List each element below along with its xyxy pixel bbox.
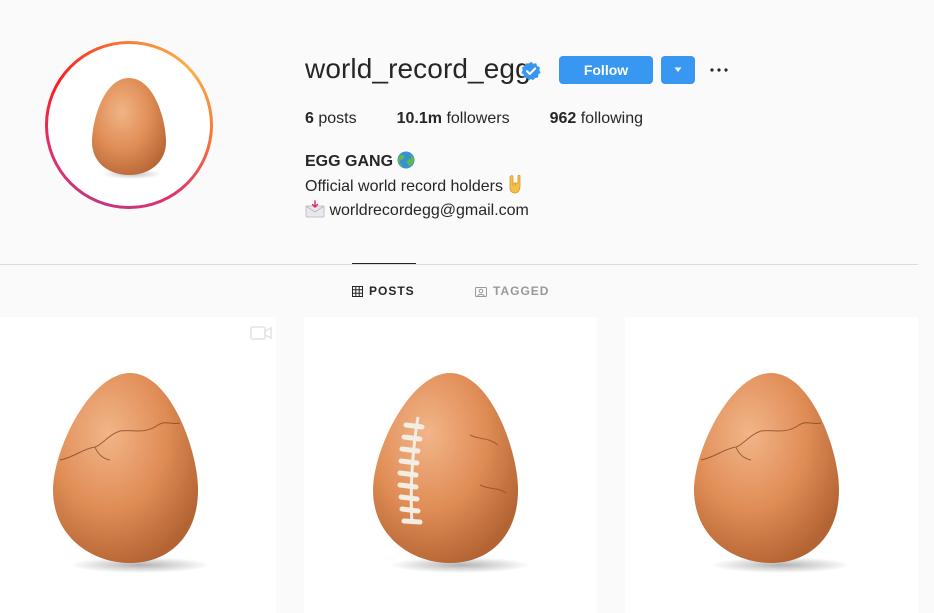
more-options-button[interactable]: [709, 60, 729, 80]
posts-stat: 6 posts: [305, 110, 357, 128]
bio-email-row: worldrecordegg@gmail.com: [305, 199, 529, 223]
verified-badge-icon: [521, 61, 541, 81]
more-dots-icon: [710, 68, 728, 72]
bio-name-row: EGG GANG: [305, 150, 529, 174]
profile-stats: 6 posts 10.1m followers 962 following: [305, 110, 683, 128]
bio-email: worldrecordegg@gmail.com: [329, 202, 529, 219]
followers-stat[interactable]: 10.1m followers: [397, 110, 510, 128]
football-egg-image: [373, 373, 530, 573]
follow-button[interactable]: Follow: [559, 56, 653, 84]
egg-image: [53, 373, 210, 573]
egg-image: [694, 373, 851, 573]
post-thumbnail[interactable]: [625, 317, 918, 613]
post-thumbnail[interactable]: [0, 317, 276, 613]
avatar-border: [48, 44, 210, 206]
active-tab-indicator: [352, 263, 416, 264]
incoming-mail-emoji-icon: [305, 200, 325, 218]
caret-down-icon: [674, 67, 682, 72]
followers-label: followers: [446, 110, 510, 127]
video-icon: [250, 326, 272, 340]
tabs-divider: [0, 264, 918, 265]
profile-username: world_record_egg: [305, 53, 531, 84]
bio-line-1: Official world record holders: [305, 174, 529, 199]
rock-hand-emoji-icon: [510, 174, 521, 194]
profile-bio: EGG GANG Official world record holders w…: [305, 150, 529, 223]
profile-avatar[interactable]: [45, 41, 213, 209]
avatar-egg-image: [54, 50, 204, 200]
following-stat[interactable]: 962 following: [550, 110, 643, 128]
following-count: 962: [549, 110, 577, 127]
posts-label: posts: [318, 110, 357, 127]
tab-tagged-label: TAGGED: [493, 284, 550, 298]
suggestions-dropdown-button[interactable]: [661, 56, 695, 84]
grid-icon: [352, 285, 363, 297]
bio-name: EGG GANG: [305, 153, 394, 170]
following-label: following: [580, 110, 643, 127]
post-thumbnail[interactable]: [304, 317, 597, 613]
followers-count: 10.1m: [396, 110, 442, 127]
globe-emoji-icon: [397, 151, 415, 169]
tab-posts[interactable]: POSTS: [352, 284, 415, 298]
tagged-icon: [475, 286, 487, 297]
bio-description: Official world record holders: [305, 178, 504, 195]
posts-count: 6: [305, 110, 314, 127]
tab-tagged[interactable]: TAGGED: [475, 284, 549, 298]
tab-posts-label: POSTS: [369, 284, 415, 298]
